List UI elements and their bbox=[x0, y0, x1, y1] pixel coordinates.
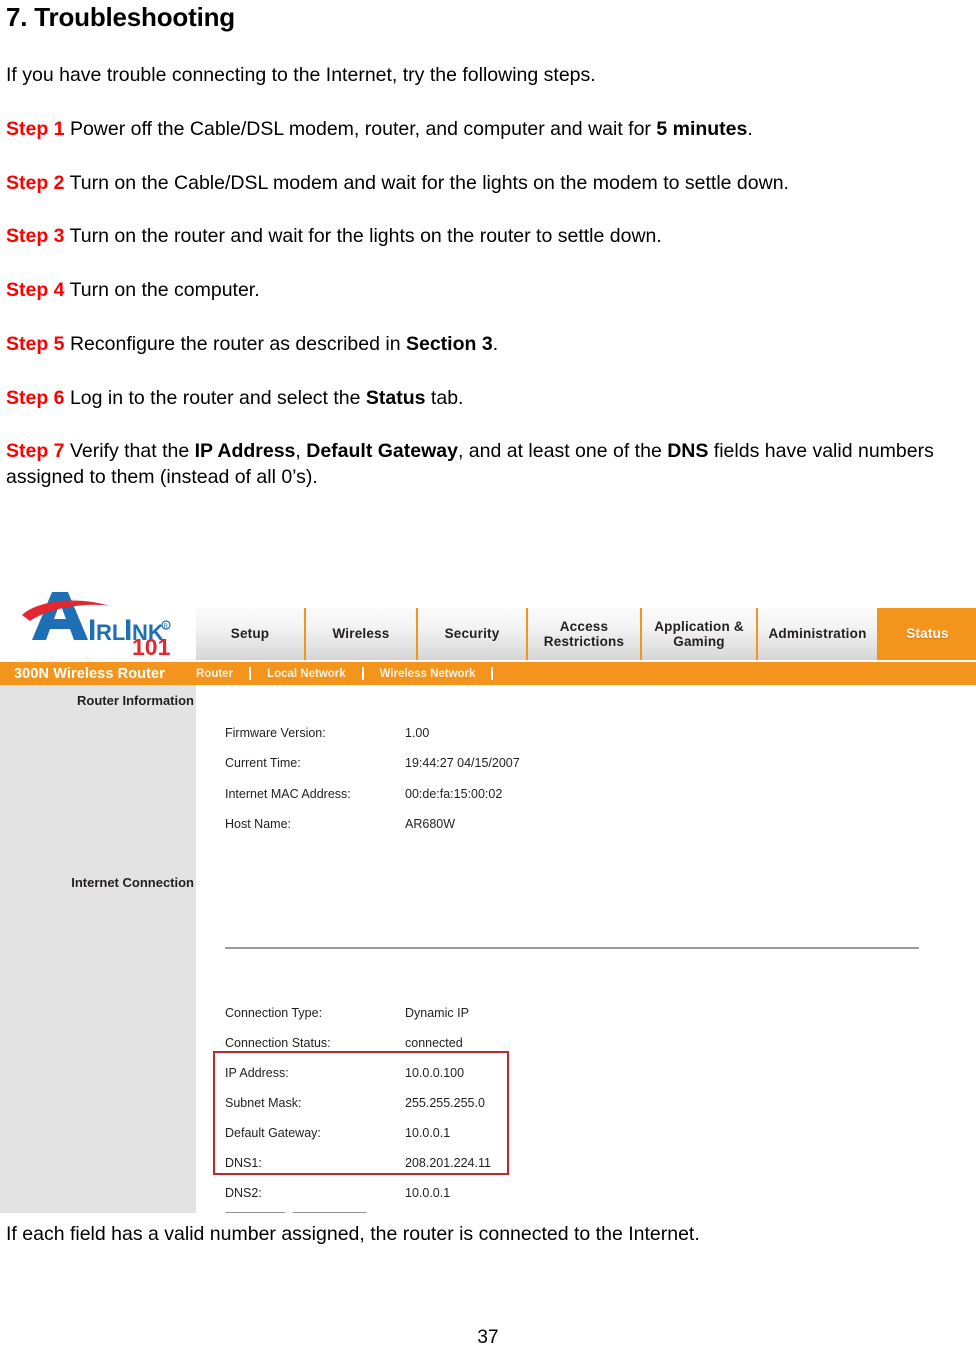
step-5-text-tail: . bbox=[492, 332, 499, 355]
intro-paragraph: If you have trouble connecting to the In… bbox=[6, 64, 596, 87]
field-label: DNS2: bbox=[225, 1186, 262, 1200]
step-3-label: Step 3 bbox=[6, 225, 65, 248]
step-5: Step 5 Reconfigure the router as describ… bbox=[4, 332, 968, 358]
router-header: I RL I NK R 101 Setup Wireless Security … bbox=[0, 588, 976, 662]
router-side-panel: Router Information Internet Connection bbox=[0, 685, 196, 1213]
step-7-emphasis-dns: DNS bbox=[667, 440, 709, 463]
section-heading-router-information: Router Information bbox=[77, 693, 194, 708]
tab-status[interactable]: Status bbox=[879, 608, 976, 660]
router-model-name: 300N Wireless Router bbox=[14, 665, 165, 682]
router-body: Router Information Internet Connection F… bbox=[0, 685, 976, 1213]
step-6-emphasis: Status bbox=[365, 386, 426, 409]
field-value: 10.0.0.1 bbox=[405, 1126, 451, 1140]
tab-wireless[interactable]: Wireless bbox=[306, 608, 418, 660]
step-1-emphasis: 5 minutes bbox=[656, 117, 748, 140]
svg-text:R: R bbox=[164, 624, 169, 630]
field-value: 19:44:27 04/15/2007 bbox=[405, 756, 520, 770]
section-heading-internet-connection: Internet Connection bbox=[71, 875, 194, 890]
svg-text:101: 101 bbox=[132, 634, 171, 656]
step-3: Step 3 Turn on the router and wait for t… bbox=[4, 224, 968, 250]
field-label: Connection Status: bbox=[225, 1036, 331, 1050]
step-7-t1: Verify that the bbox=[64, 440, 195, 463]
closing-paragraph: If each field has a valid number assigne… bbox=[6, 1223, 700, 1245]
subnav-item-router[interactable]: Router bbox=[196, 668, 233, 680]
subnav-item-wireless-network[interactable]: Wireless Network bbox=[380, 668, 476, 680]
step-4-text: Turn on the computer. bbox=[64, 279, 260, 302]
disconnect-button[interactable]: Disconnect bbox=[292, 1212, 368, 1213]
router-admin-screenshot: I RL I NK R 101 Setup Wireless Security … bbox=[0, 588, 976, 1213]
section-divider bbox=[225, 947, 919, 949]
tab-setup[interactable]: Setup bbox=[196, 608, 306, 660]
step-7-emphasis-ip-address: IP Address bbox=[194, 440, 296, 463]
field-label: Connection Type: bbox=[225, 1006, 323, 1020]
field-label: Current Time: bbox=[225, 756, 301, 770]
router-main-nav[interactable]: Setup Wireless Security Access Restricti… bbox=[196, 608, 976, 660]
step-1-text-tail: . bbox=[747, 117, 753, 140]
subnav-separator-1 bbox=[249, 667, 252, 680]
tab-administration[interactable]: Administration bbox=[758, 608, 879, 660]
field-value: 00:de:fa:15:00:02 bbox=[405, 787, 503, 801]
field-value: 1.00 bbox=[405, 726, 430, 740]
step-5-label: Step 5 bbox=[6, 332, 65, 355]
field-value: connected bbox=[405, 1036, 463, 1050]
step-2-label: Step 2 bbox=[6, 171, 65, 194]
page-number: 37 bbox=[477, 1327, 499, 1348]
step-1-label: Step 1 bbox=[6, 117, 65, 140]
step-7-t3: , and at least one of the bbox=[457, 440, 668, 463]
field-label: Internet MAC Address: bbox=[225, 787, 351, 801]
field-label: Host Name: bbox=[225, 817, 291, 831]
step-5-emphasis: Section 3 bbox=[405, 332, 493, 355]
step-6-text-tail: tab. bbox=[425, 386, 464, 409]
field-value: AR680W bbox=[405, 817, 456, 831]
field-value: 10.0.0.1 bbox=[405, 1186, 451, 1200]
step-5-text: Reconfigure the router as described in bbox=[64, 332, 406, 355]
airlink-101-logo-icon: I RL I NK R 101 bbox=[14, 588, 199, 656]
field-label: Subnet Mask: bbox=[225, 1096, 302, 1110]
step-6-text: Log in to the router and select the bbox=[64, 386, 366, 409]
field-label: Firmware Version: bbox=[225, 726, 326, 740]
step-1: Step 1 Power off the Cable/DSL modem, ro… bbox=[4, 117, 968, 143]
step-6: Step 6 Log in to the router and select t… bbox=[4, 386, 968, 412]
tab-application-and-gaming[interactable]: Application & Gaming bbox=[642, 608, 758, 660]
connect-button[interactable]: Connect bbox=[225, 1212, 286, 1213]
document-body: 7. Troubleshooting If you have trouble c… bbox=[0, 0, 976, 491]
svg-text:RL: RL bbox=[96, 620, 125, 645]
subnav-separator-3 bbox=[491, 667, 494, 680]
step-4-label: Step 4 bbox=[6, 279, 65, 302]
field-value: 255.255.255.0 bbox=[405, 1096, 485, 1110]
field-value: Dynamic IP bbox=[405, 1006, 469, 1020]
subnav-item-local-network[interactable]: Local Network bbox=[267, 668, 346, 680]
step-4: Step 4 Turn on the computer. bbox=[4, 278, 968, 304]
field-label: IP Address: bbox=[225, 1066, 289, 1080]
step-7: Step 7 Verify that the IP Address, Defau… bbox=[4, 439, 968, 490]
field-label: DNS1: bbox=[225, 1156, 262, 1170]
step-7-emphasis-default-gateway: Default Gateway bbox=[306, 440, 458, 463]
tab-security[interactable]: Security bbox=[418, 608, 528, 660]
field-label: Default Gateway: bbox=[225, 1126, 321, 1140]
step-6-label: Step 6 bbox=[6, 386, 65, 409]
router-sub-bar: 300N Wireless Router Router Local Networ… bbox=[0, 662, 976, 685]
subnav-separator-2 bbox=[361, 667, 364, 680]
step-7-t2: , bbox=[295, 440, 307, 463]
router-content: Firmware Version: 1.00 Current Time: 19:… bbox=[196, 685, 976, 1213]
field-value: 10.0.0.100 bbox=[405, 1066, 465, 1080]
step-3-text: Turn on the router and wait for the ligh… bbox=[64, 225, 662, 248]
tab-access-restrictions[interactable]: Access Restrictions bbox=[528, 608, 642, 660]
field-value: 208.201.224.11 bbox=[405, 1156, 491, 1170]
step-2-text: Turn on the Cable/DSL modem and wait for… bbox=[64, 171, 789, 194]
step-7-label: Step 7 bbox=[6, 440, 65, 463]
step-2: Step 2 Turn on the Cable/DSL modem and w… bbox=[4, 171, 968, 197]
page-title: 7. Troubleshooting bbox=[6, 2, 235, 32]
step-1-text: Power off the Cable/DSL modem, router, a… bbox=[64, 117, 657, 140]
router-sub-nav[interactable]: Router Local Network Wireless Network bbox=[196, 667, 509, 680]
